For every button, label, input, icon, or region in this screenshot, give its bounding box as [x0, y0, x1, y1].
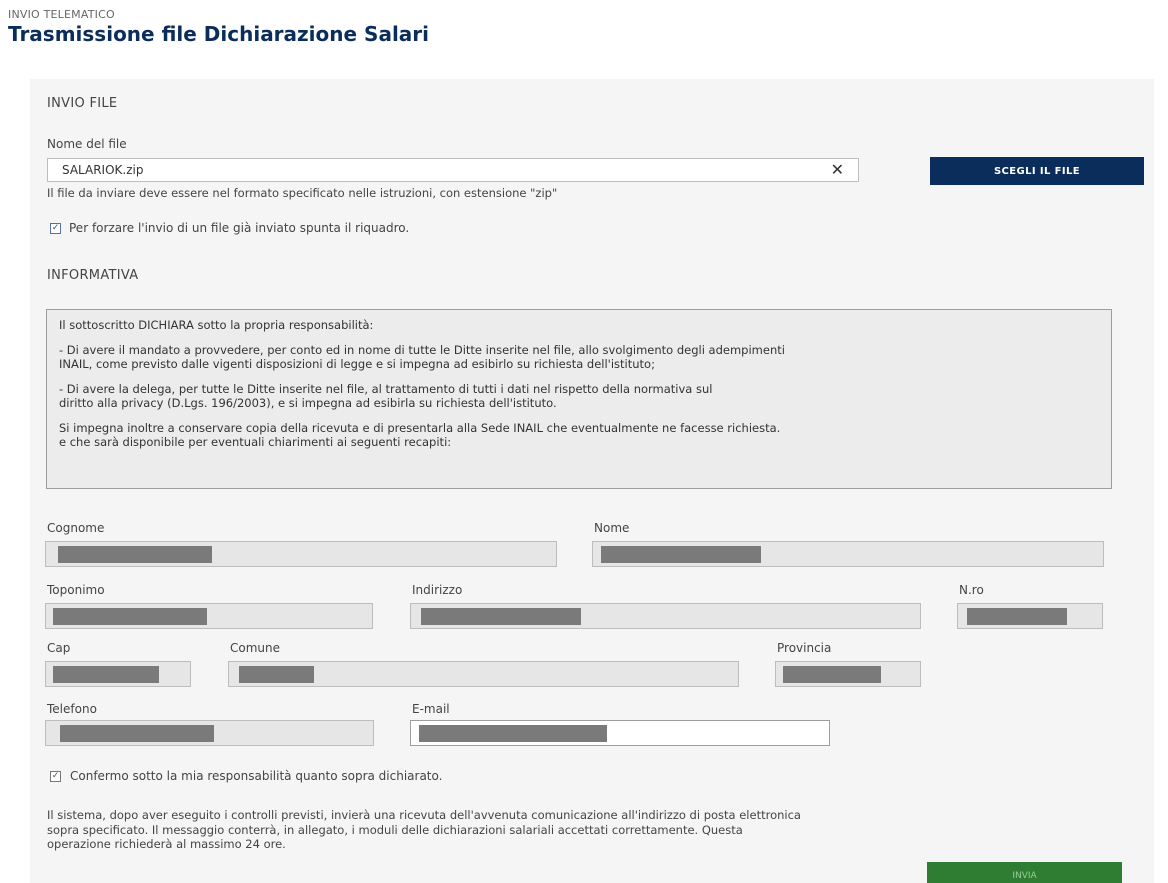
redacted-value: [239, 666, 314, 683]
provincia-label: Provincia: [777, 641, 832, 655]
force-send-row: ✓ Per forzare l'invio di un file già inv…: [50, 221, 409, 235]
email-field[interactable]: [410, 720, 830, 746]
informativa-paragraph: Si impegna inoltre a conservare copia de…: [59, 421, 781, 449]
confirm-row: ✓ Confermo sotto la mia responsabilità q…: [50, 769, 442, 783]
submit-button[interactable]: INVIA: [927, 862, 1122, 883]
provincia-field[interactable]: [775, 661, 921, 687]
file-name-value: SALARIOK.zip: [62, 163, 144, 177]
section-title-invio-file: INVIO FILE: [47, 96, 118, 111]
redacted-value: [421, 608, 581, 625]
footer-note: Il sistema, dopo aver eseguito i control…: [47, 808, 801, 851]
redacted-value: [601, 546, 761, 563]
cap-field[interactable]: [45, 661, 191, 687]
file-name-input[interactable]: SALARIOK.zip ✕: [47, 158, 859, 182]
redacted-value: [53, 608, 207, 625]
informativa-paragraph: - Di avere la delega, per tutte le Ditte…: [59, 382, 713, 410]
force-send-checkbox[interactable]: ✓: [50, 222, 61, 234]
telefono-label: Telefono: [47, 702, 97, 716]
indirizzo-label: Indirizzo: [412, 583, 463, 597]
nro-field[interactable]: [957, 603, 1103, 629]
file-name-label: Nome del file: [47, 137, 127, 151]
confirm-label: Confermo sotto la mia responsabilità qua…: [70, 769, 443, 783]
nome-label: Nome: [594, 521, 630, 535]
indirizzo-field[interactable]: [410, 603, 921, 629]
redacted-value: [967, 608, 1067, 625]
cognome-label: Cognome: [47, 521, 105, 535]
section-title-informativa: INFORMATIVA: [47, 268, 139, 283]
choose-file-button[interactable]: SCEGLI IL FILE: [930, 157, 1144, 185]
comune-field[interactable]: [228, 661, 739, 687]
informativa-paragraph: Il sottoscritto DICHIARA sotto la propri…: [59, 318, 374, 332]
toponimo-field[interactable]: [45, 603, 373, 629]
redacted-value: [60, 725, 214, 742]
informativa-paragraph: - Di avere il mandato a provvedere, per …: [59, 343, 785, 371]
nro-label: N.ro: [959, 583, 984, 597]
cap-label: Cap: [47, 641, 71, 655]
comune-label: Comune: [230, 641, 281, 655]
redacted-value: [419, 725, 607, 742]
breadcrumb: INVIO TELEMATICO: [8, 8, 115, 21]
redacted-value: [783, 666, 881, 683]
nome-field[interactable]: [592, 541, 1104, 567]
close-icon[interactable]: ✕: [831, 160, 844, 179]
force-send-label: Per forzare l'invio di un file già invia…: [69, 221, 410, 235]
redacted-value: [53, 666, 159, 683]
file-format-hint: Il file da inviare deve essere nel forma…: [47, 186, 558, 200]
confirm-checkbox[interactable]: ✓: [50, 770, 61, 782]
email-label: E-mail: [412, 702, 450, 716]
telefono-field[interactable]: [45, 720, 374, 746]
page-title: Trasmissione file Dichiarazione Salari: [8, 22, 430, 46]
informativa-box: Il sottoscritto DICHIARA sotto la propri…: [46, 309, 1112, 489]
redacted-value: [58, 546, 212, 563]
cognome-field[interactable]: [45, 541, 557, 567]
toponimo-label: Toponimo: [47, 583, 105, 597]
